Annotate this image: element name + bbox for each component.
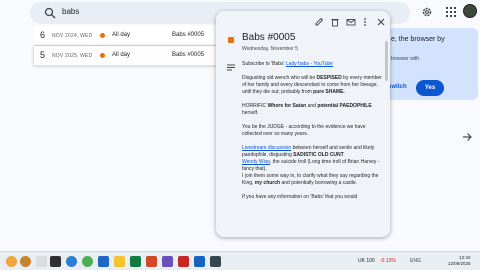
event-description: Subscribe to 'Babs' Lady babs - YouTube …: [242, 61, 382, 208]
text: HORRIFIC: [242, 103, 268, 109]
search-results-list: 6 NOV 2024, WED All day Babs #0005 5 NOV…: [34, 26, 234, 66]
bold-text: DESPISED: [316, 75, 342, 81]
close-icon[interactable]: [376, 17, 386, 27]
widget-icon[interactable]: [20, 256, 31, 267]
event-details-popup: Babs #0005 Wednesday, November 5 Subscri…: [216, 11, 390, 237]
event-title: Babs #0005: [172, 52, 205, 58]
event-day: 5: [40, 50, 46, 60]
yes-button[interactable]: Yes: [416, 80, 444, 96]
email-icon[interactable]: [346, 17, 356, 27]
description-paragraph: If you have any information on 'Babs' th…: [242, 194, 358, 200]
weather-icon[interactable]: [6, 256, 17, 267]
search-input[interactable]: babs: [62, 7, 79, 16]
edit-icon[interactable]: [314, 17, 324, 27]
list-item[interactable]: 6 NOV 2024, WED All day Babs #0005: [34, 26, 234, 46]
bold-text: SADISTIC OLD CUNT: [293, 152, 344, 158]
avatar[interactable]: [463, 4, 477, 18]
edge-icon[interactable]: [66, 256, 77, 267]
clock-date: 12/09/2025: [448, 261, 471, 266]
switch-button[interactable]: switch: [388, 84, 407, 90]
event-day: 6: [40, 30, 46, 40]
text: herself.: [242, 110, 259, 116]
app-icon[interactable]: [162, 256, 173, 267]
event-allday: All day: [112, 52, 131, 58]
bold-text: pure SHAME.: [313, 89, 345, 95]
description-paragraph: Livestream discussion between herself an…: [242, 145, 382, 187]
prompt-text: e, the browser by: [391, 36, 445, 43]
event-title: Babs #0005: [172, 32, 205, 38]
event-title: Babs #0005: [242, 32, 296, 43]
text: and potentially borrowing a castle.: [280, 180, 358, 186]
clock[interactable]: 12:42 12/09/2025: [448, 255, 471, 267]
taskbar: UK 100 -0.13% ENG 12:42 12/09/2025: [0, 251, 480, 270]
stock-ticker[interactable]: UK 100: [358, 258, 375, 264]
chrome-icon[interactable]: [82, 256, 93, 267]
stock-change: -0.13%: [380, 258, 396, 264]
subscribe-text: Subscribe to 'Babs': [242, 61, 285, 67]
apps-grid-icon[interactable]: [445, 6, 457, 18]
gear-icon[interactable]: [421, 6, 433, 18]
screen: babs 6 NOV 2024, WED All day Babs #0005: [0, 0, 480, 270]
event-color-dot: [100, 53, 105, 58]
event-allday: All day: [112, 32, 131, 38]
event-date: NOV 2025, WED: [52, 53, 93, 59]
prompt-subtext: browser with: [391, 56, 420, 62]
youtube-link[interactable]: Lady babs - YouTube: [286, 61, 333, 67]
description-paragraph: You be the JUDGE - according to the evid…: [242, 124, 366, 137]
subscribe-line: Subscribe to 'Babs' Lady babs - YouTube: [242, 61, 382, 68]
bold-text: my church: [254, 180, 281, 186]
livestream-link[interactable]: Livestream discussion: [242, 145, 291, 151]
text: Disgusting old wench who will be: [242, 75, 317, 81]
powerpoint-icon[interactable]: [146, 256, 157, 267]
description-icon: [227, 64, 235, 71]
list-item[interactable]: 5 NOV 2025, WED All day Babs #0005: [34, 46, 234, 66]
description-paragraph: HORRIFIC Whore for Satan and potential P…: [242, 103, 382, 117]
app-icon[interactable]: [194, 256, 205, 267]
scrollbar[interactable]: [385, 41, 388, 81]
bold-text: Whore for Satan: [267, 103, 307, 109]
text: and: [306, 103, 318, 109]
folder-icon[interactable]: [114, 256, 125, 267]
bold-text: potential PAEDOPHILE: [317, 103, 372, 109]
event-color-dot: [100, 33, 105, 38]
delete-icon[interactable]: [330, 17, 340, 27]
app-icon[interactable]: [210, 256, 221, 267]
wendy-wisp-link[interactable]: Wendy Wisp: [242, 159, 270, 165]
event-date: Wednesday, November 5: [242, 46, 298, 52]
start-icon[interactable]: [36, 256, 47, 267]
language-indicator[interactable]: ENG: [410, 258, 421, 264]
search-icon[interactable]: [50, 256, 61, 267]
event-date: NOV 2024, WED: [52, 33, 93, 39]
excel-icon[interactable]: [130, 256, 141, 267]
search-icon[interactable]: [44, 7, 56, 19]
description-paragraph: Disgusting old wench who will be DESPISE…: [242, 75, 382, 96]
app-icon[interactable]: [178, 256, 189, 267]
word-icon[interactable]: [98, 256, 109, 267]
event-color-square: [228, 37, 234, 43]
arrow-right-icon[interactable]: [462, 132, 472, 142]
more-options-icon[interactable]: [360, 17, 370, 27]
calendar-app: babs 6 NOV 2024, WED All day Babs #0005: [0, 0, 480, 251]
